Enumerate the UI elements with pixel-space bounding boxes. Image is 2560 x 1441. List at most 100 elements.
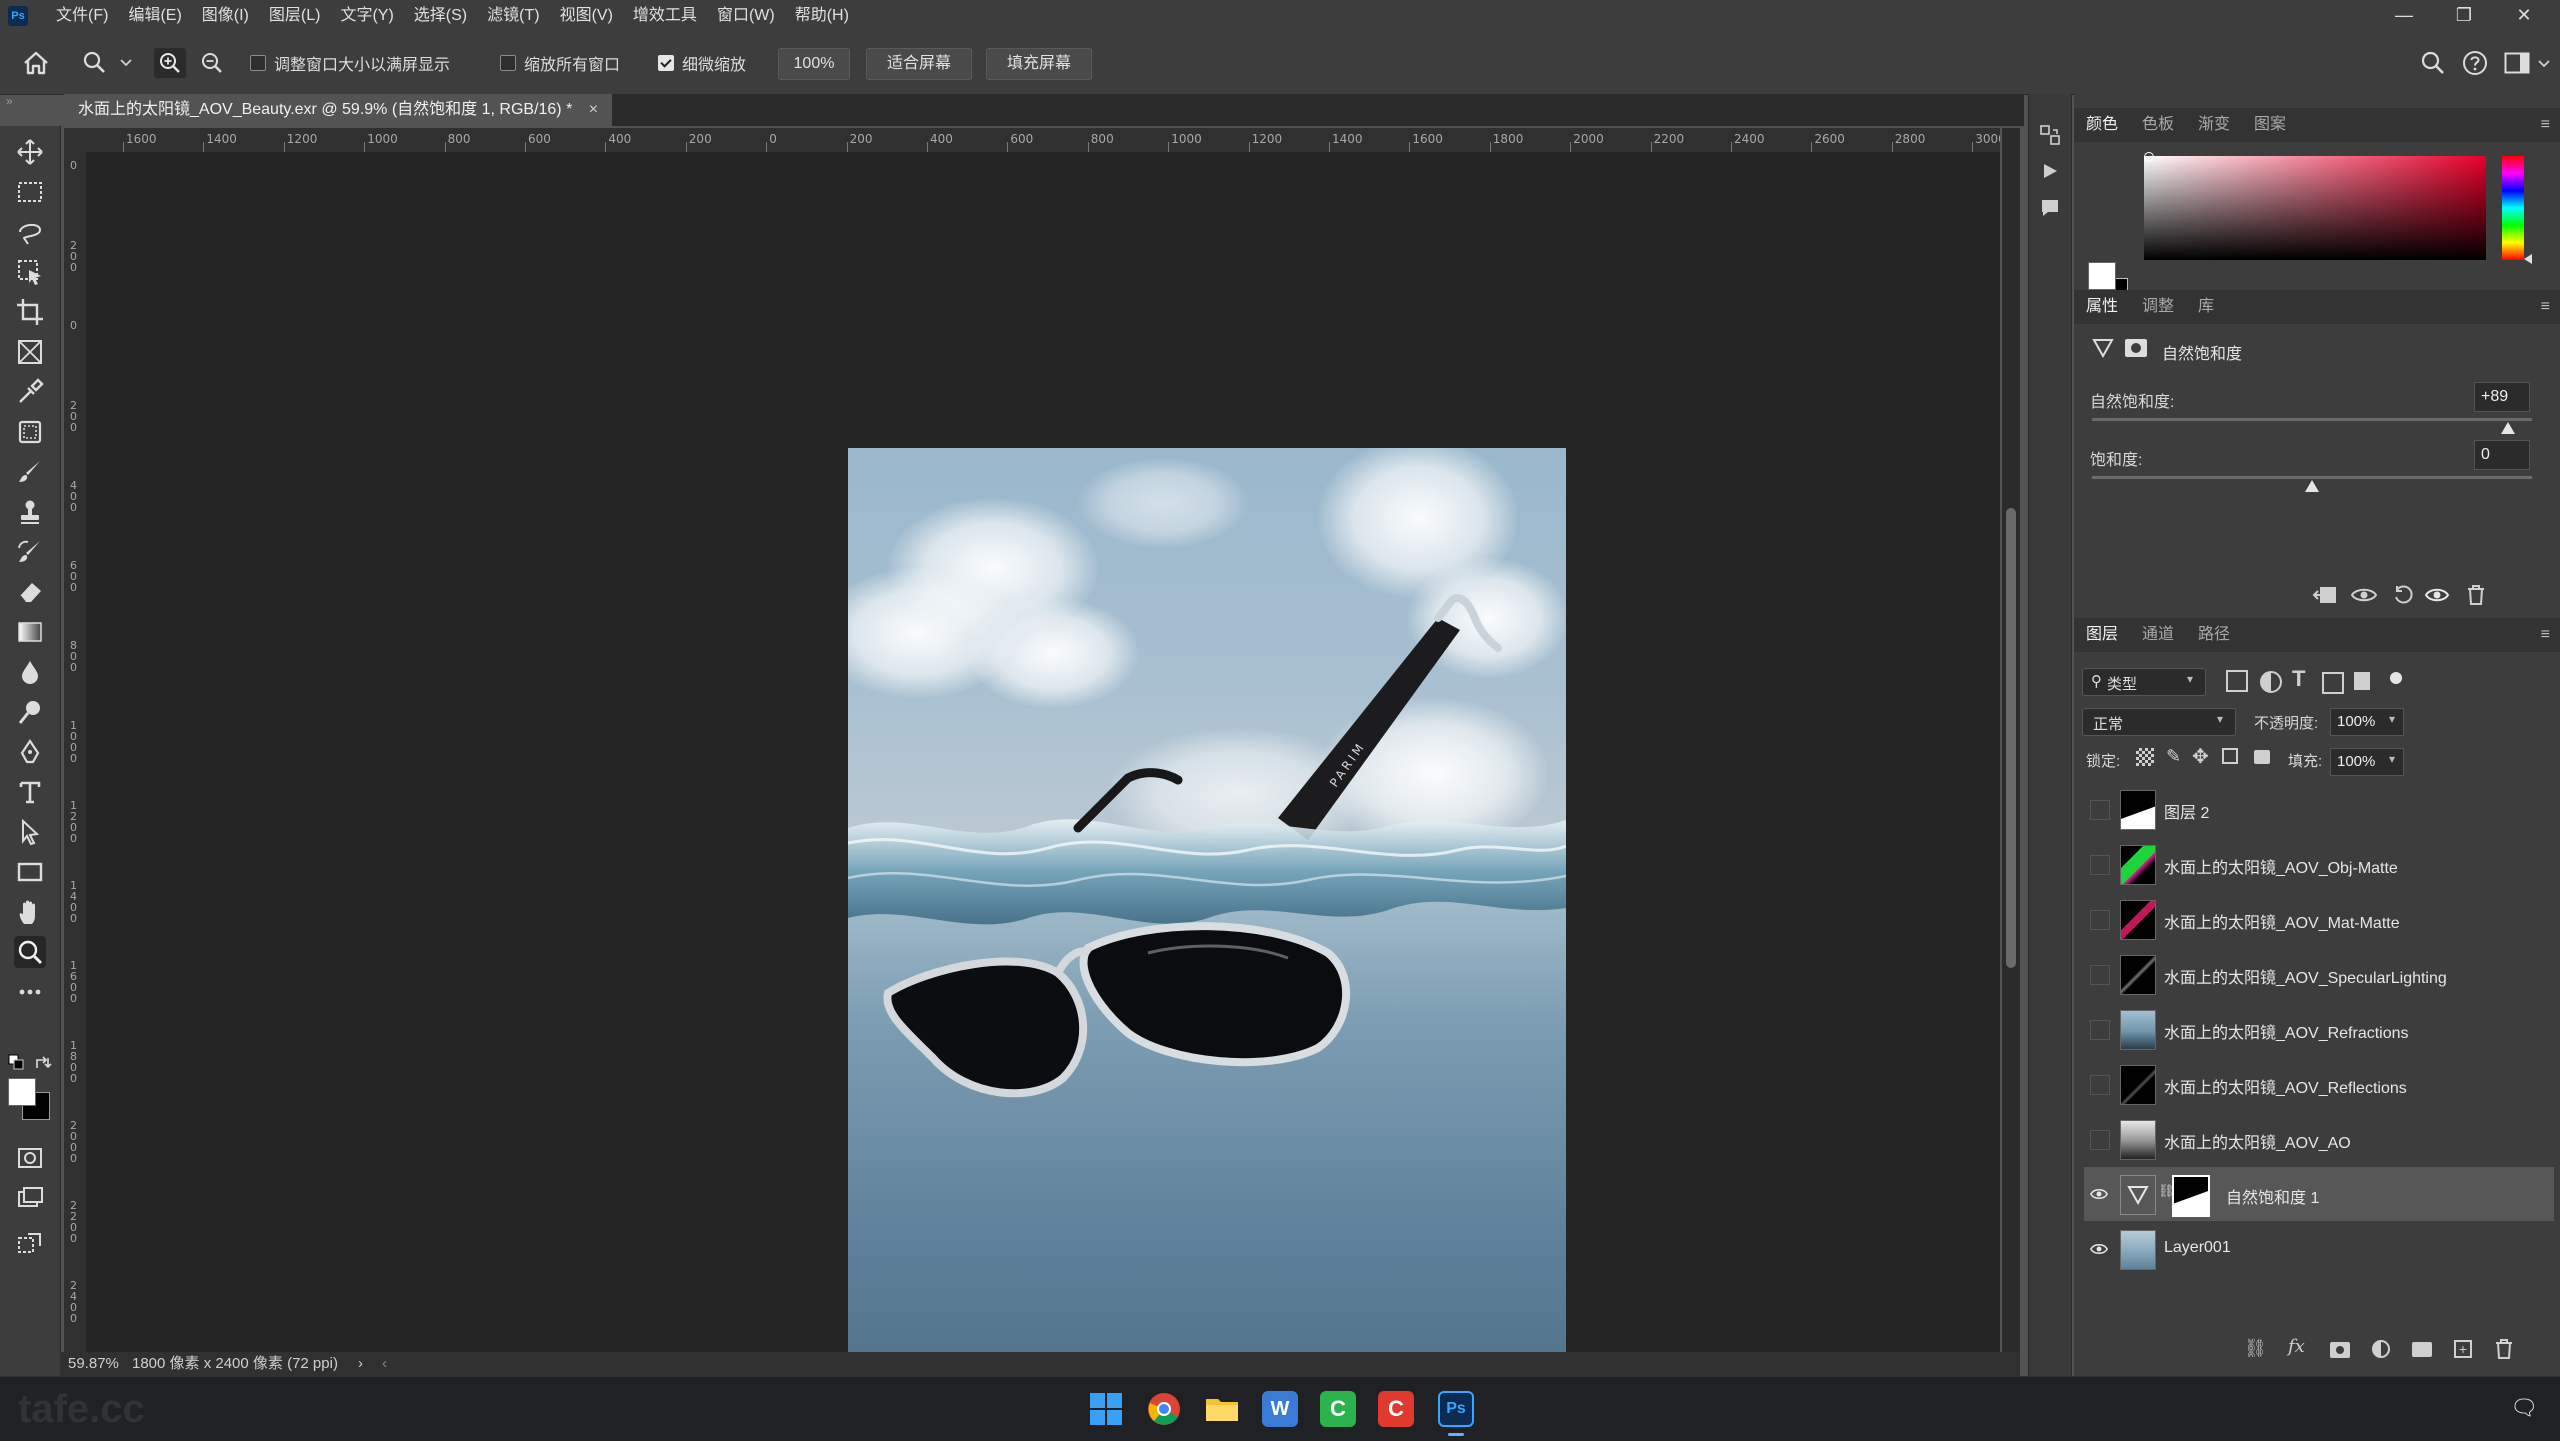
new-group-icon[interactable]	[2412, 1342, 2432, 1357]
menu-filter[interactable]: 滤镜(T)	[477, 0, 549, 32]
menu-plugins[interactable]: 增效工具	[623, 0, 707, 32]
panel-foreground-swatch[interactable]	[2088, 262, 2116, 290]
visibility-toggle[interactable]	[2090, 800, 2110, 820]
lock-all-icon[interactable]	[2254, 750, 2270, 764]
toolbar-collapse-icon[interactable]: »	[6, 94, 13, 108]
history-brush-tool[interactable]	[14, 536, 46, 568]
canvas-workspace[interactable]: PARIM	[86, 152, 2000, 1352]
capture-app-icon[interactable]: C	[1378, 1391, 1414, 1427]
tab-gradients[interactable]: 渐变	[2186, 108, 2242, 142]
tab-adjustments[interactable]: 调整	[2130, 290, 2186, 324]
menu-help[interactable]: 帮助(H)	[785, 0, 859, 32]
rectangle-tool[interactable]	[14, 856, 46, 888]
dodge-tool[interactable]	[14, 696, 46, 728]
layer-row[interactable]: Layer001	[2084, 1222, 2554, 1276]
document-canvas[interactable]: PARIM	[848, 448, 1566, 1352]
hue-slider[interactable]	[2502, 156, 2524, 260]
chevron-down-icon[interactable]	[2538, 60, 2550, 68]
fx-icon[interactable]: fx	[2288, 1336, 2305, 1357]
comments-icon[interactable]	[2040, 198, 2060, 218]
filter-smart-objects-icon[interactable]	[2354, 672, 2370, 690]
visibility-toggle[interactable]	[2090, 1020, 2110, 1040]
restore-button[interactable]: ❐	[2434, 0, 2494, 32]
pen-tool[interactable]	[14, 736, 46, 768]
toggle-visibility-icon[interactable]	[2424, 584, 2450, 606]
visibility-toggle[interactable]	[2090, 1130, 2110, 1150]
lock-transparent-pixels-icon[interactable]	[2136, 748, 2154, 766]
color-field[interactable]	[2144, 152, 2486, 260]
layer-row-selected[interactable]: ⛓ 自然饱和度 1	[2084, 1167, 2554, 1221]
scrubby-zoom-checkbox[interactable]: 细微缩放	[658, 52, 746, 74]
filter-adjustment-layers-icon[interactable]	[2260, 671, 2282, 693]
document-tab[interactable]: 水面上的太阳镜_AOV_Beauty.exr @ 59.9% (自然饱和度 1,…	[64, 94, 613, 126]
hand-tool[interactable]	[14, 896, 46, 928]
zoom-value-field[interactable]: 100%	[778, 48, 850, 80]
visibility-toggle[interactable]	[2090, 910, 2110, 930]
layer-row[interactable]: 水面上的太阳镜_AOV_Refractions	[2084, 1002, 2554, 1056]
layer-name[interactable]: 水面上的太阳镜_AOV_Obj-Matte	[2164, 854, 2398, 878]
fill-screen-button[interactable]: 填充屏幕	[986, 48, 1092, 80]
layer-row[interactable]: 水面上的太阳镜_AOV_SpecularLighting	[2084, 947, 2554, 1001]
zoom-level[interactable]: 59.87%	[68, 1352, 119, 1376]
color-picker-cursor[interactable]	[2144, 152, 2154, 162]
layer-name[interactable]: Layer001	[2164, 1239, 2231, 1257]
minimize-button[interactable]: —	[2374, 0, 2434, 32]
menu-select[interactable]: 选择(S)	[404, 0, 477, 32]
menu-image[interactable]: 图像(I)	[192, 0, 259, 32]
eraser-tool[interactable]	[14, 576, 46, 608]
chrome-icon[interactable]	[1146, 1391, 1182, 1427]
reset-icon[interactable]	[2392, 584, 2414, 606]
layer-row[interactable]: 水面上的太阳镜_AOV_Mat-Matte	[2084, 892, 2554, 946]
tab-paths[interactable]: 路径	[2186, 618, 2242, 652]
menu-file[interactable]: 文件(F)	[46, 0, 118, 32]
chevron-down-icon[interactable]	[120, 58, 132, 68]
zoom-in-button[interactable]	[154, 48, 186, 78]
layer-row[interactable]: 水面上的太阳镜_AOV_Reflections	[2084, 1057, 2554, 1111]
menu-edit[interactable]: 编辑(E)	[118, 0, 191, 32]
filter-toggle-icon[interactable]	[2390, 672, 2402, 684]
help-icon[interactable]	[2462, 50, 2488, 76]
scroll-left-arrow[interactable]: ‹	[382, 1352, 387, 1376]
eye-icon[interactable]	[2090, 1185, 2108, 1203]
menu-view[interactable]: 视图(V)	[550, 0, 623, 32]
layer-name[interactable]: 水面上的太阳镜_AOV_Mat-Matte	[2164, 909, 2400, 933]
zoom-tool-preset-icon[interactable]	[82, 50, 108, 76]
tab-swatches[interactable]: 色板	[2130, 108, 2186, 142]
menu-layer[interactable]: 图层(L)	[259, 0, 331, 32]
zoom-tool[interactable]	[14, 936, 46, 968]
filter-pixel-layers-icon[interactable]	[2226, 670, 2248, 692]
layer-name[interactable]: 水面上的太阳镜_AOV_Refractions	[2164, 1019, 2409, 1043]
layers-panel-menu-icon[interactable]: ≡	[2541, 626, 2550, 644]
path-selection-tool[interactable]	[14, 816, 46, 848]
add-mask-icon[interactable]	[2330, 1342, 2350, 1358]
layer-mask-icon[interactable]	[2124, 338, 2148, 358]
screen-mode-button[interactable]	[14, 1182, 46, 1214]
fit-screen-button[interactable]: 适合屏幕	[866, 48, 972, 80]
quick-mask-button[interactable]	[14, 1142, 46, 1174]
new-adjustment-layer-icon[interactable]	[2372, 1340, 2390, 1358]
layer-name[interactable]: 图层 2	[2164, 799, 2209, 823]
new-layer-icon[interactable]: +	[2454, 1340, 2472, 1358]
layer-filter-select[interactable]: ⚲ 类型 ▾	[2082, 668, 2206, 696]
layer-name[interactable]: 水面上的太阳镜_AOV_SpecularLighting	[2164, 964, 2447, 988]
saturation-slider-track[interactable]	[2092, 476, 2532, 479]
photoshop-app-icon[interactable]: Ps	[1438, 1391, 1474, 1427]
visibility-toggle[interactable]	[2090, 855, 2110, 875]
history-panel-icon[interactable]	[2039, 124, 2061, 146]
tab-patterns[interactable]: 图案	[2242, 108, 2298, 142]
crop-tool[interactable]	[14, 296, 46, 328]
artboard-tool[interactable]	[14, 1226, 46, 1258]
brush-tool[interactable]	[14, 456, 46, 488]
tab-layers[interactable]: 图层	[2074, 618, 2130, 652]
vertical-scroll-thumb[interactable]	[2006, 508, 2016, 968]
workspace-icon[interactable]	[2504, 52, 2530, 74]
frame-tool[interactable]	[14, 336, 46, 368]
lasso-tool[interactable]	[14, 216, 46, 248]
layer-row[interactable]: 图层 2	[2084, 782, 2554, 836]
delete-layer-icon[interactable]	[2494, 1338, 2514, 1360]
visibility-toggle[interactable]	[2090, 965, 2110, 985]
lock-image-pixels-icon[interactable]: ✎	[2166, 746, 2181, 767]
home-icon[interactable]	[22, 50, 50, 76]
fill-field[interactable]: 100% ▾	[2330, 748, 2404, 776]
gradient-tool[interactable]	[14, 616, 46, 648]
